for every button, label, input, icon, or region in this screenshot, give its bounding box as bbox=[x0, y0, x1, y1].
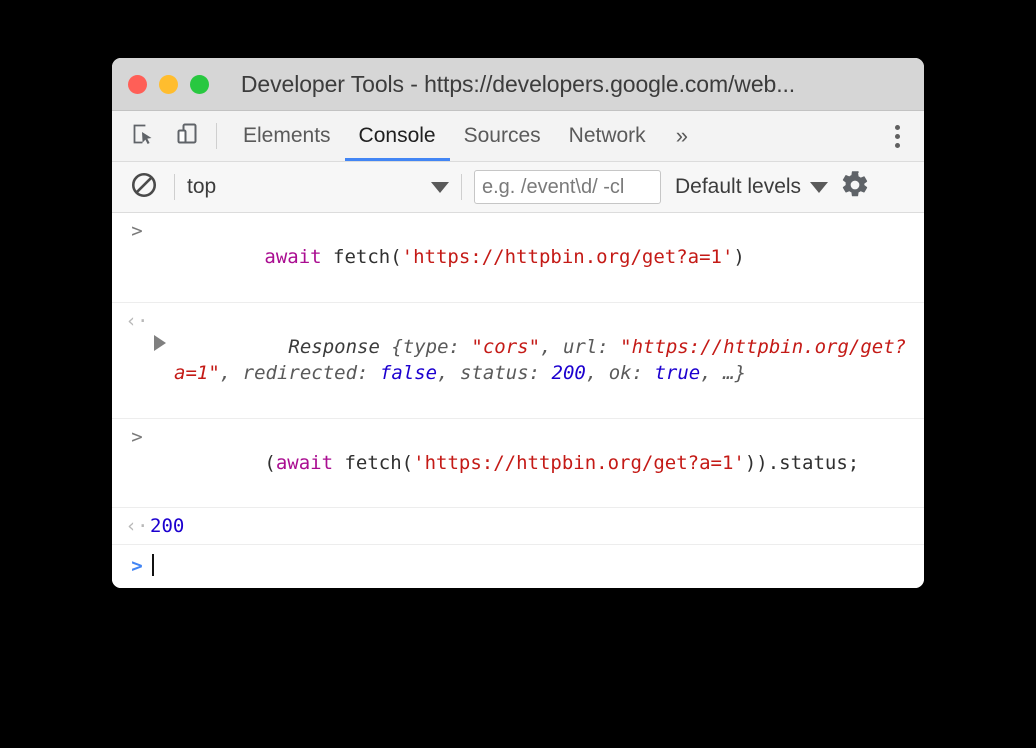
result-value: 200 bbox=[150, 515, 185, 538]
token-keyword: await bbox=[264, 246, 322, 269]
object-prop-ok: , ok: bbox=[585, 362, 655, 385]
object-prop-redirected: , redirected: bbox=[219, 362, 380, 385]
console-toolbar: top Default levels bbox=[112, 162, 924, 213]
device-toolbar-button[interactable] bbox=[170, 119, 204, 153]
object-ellipsis: , …} bbox=[700, 362, 747, 385]
console-input-content: (await fetch('https://httpbin.org/get?a=… bbox=[150, 424, 916, 503]
input-marker-icon: > bbox=[131, 425, 143, 448]
token-punct: ) bbox=[733, 246, 745, 269]
expand-triangle-icon[interactable] bbox=[154, 334, 166, 351]
tab-console[interactable]: Console bbox=[344, 111, 450, 161]
panel-tabs: Elements Console Sources Network » bbox=[229, 111, 869, 161]
devtools-tabbar: Elements Console Sources Network » bbox=[112, 111, 924, 162]
tab-sources[interactable]: Sources bbox=[450, 111, 555, 161]
tabbar-right-controls bbox=[869, 111, 924, 161]
toolbar-divider-2 bbox=[461, 174, 462, 200]
console-input-code: await fetch('https://httpbin.org/get?a=1… bbox=[150, 246, 745, 294]
inspect-element-icon bbox=[131, 122, 155, 151]
console-input-code: (await fetch('https://httpbin.org/get?a=… bbox=[150, 452, 859, 500]
token-punct: )).status; bbox=[744, 451, 860, 474]
settings-button[interactable] bbox=[840, 170, 870, 205]
object-value-status: 200 bbox=[551, 362, 586, 385]
token-punct: ( bbox=[264, 451, 276, 474]
tabbar-divider-left bbox=[216, 123, 217, 149]
console-message-input[interactable]: > (await fetch('https://httpbin.org/get?… bbox=[112, 419, 924, 509]
object-prop-url: , url: bbox=[540, 335, 621, 358]
window-title: Developer Tools - https://developers.goo… bbox=[240, 70, 796, 97]
token-keyword: await bbox=[275, 451, 334, 474]
chevron-down-icon bbox=[810, 181, 829, 193]
object-class-name: Response bbox=[288, 335, 392, 358]
minimize-window-button[interactable] bbox=[159, 74, 178, 94]
tabbar-tools bbox=[126, 111, 216, 161]
text-cursor bbox=[152, 554, 154, 577]
tab-network[interactable]: Network bbox=[555, 111, 660, 161]
gear-icon bbox=[840, 170, 870, 205]
token-function: fetch( bbox=[333, 451, 414, 474]
log-levels-dropdown[interactable]: Default levels bbox=[675, 175, 829, 199]
clear-console-button[interactable] bbox=[126, 169, 162, 205]
traffic-lights bbox=[128, 74, 209, 94]
console-message-result-value[interactable]: ‹· 200 bbox=[112, 508, 924, 546]
tab-elements[interactable]: Elements bbox=[229, 111, 345, 161]
object-value-ok: true bbox=[654, 362, 701, 385]
close-window-button[interactable] bbox=[128, 74, 147, 94]
response-object-preview: Response {type: "cors", url: "https://ht… bbox=[150, 308, 916, 413]
toolbar-divider-1 bbox=[174, 174, 175, 200]
inspect-element-button[interactable] bbox=[126, 119, 160, 153]
execution-context-selector[interactable]: top bbox=[187, 175, 449, 199]
window-titlebar: Developer Tools - https://developers.goo… bbox=[112, 58, 924, 111]
more-options-icon[interactable] bbox=[880, 119, 914, 153]
input-marker-icon: > bbox=[131, 220, 143, 242]
console-messages[interactable]: > await fetch('https://httpbin.org/get?a… bbox=[112, 213, 924, 588]
console-filter-input[interactable] bbox=[474, 170, 661, 204]
token-string: 'https://httpbin.org/get?a=1' bbox=[413, 451, 745, 474]
object-prop-type: {type: bbox=[391, 335, 472, 358]
token-function: fetch( bbox=[321, 246, 402, 269]
maximize-window-button[interactable] bbox=[190, 74, 209, 94]
console-message-input[interactable]: > await fetch('https://httpbin.org/get?a… bbox=[112, 213, 924, 303]
execution-context-label: top bbox=[187, 175, 217, 198]
object-prop-status: , status: bbox=[437, 362, 552, 385]
devtools-window: Developer Tools - https://developers.goo… bbox=[112, 58, 924, 588]
console-input-content: await fetch('https://httpbin.org/get?a=1… bbox=[150, 218, 916, 297]
object-value-redirected: false bbox=[379, 362, 438, 385]
clear-console-icon bbox=[130, 171, 158, 204]
result-marker-icon: ‹· bbox=[125, 309, 149, 332]
token-string: 'https://httpbin.org/get?a=1' bbox=[401, 246, 734, 269]
console-prompt-row[interactable]: > bbox=[112, 545, 924, 584]
chevron-down-icon bbox=[431, 181, 449, 193]
result-marker-icon: ‹· bbox=[125, 515, 149, 538]
console-result-content: Response {type: "cors", url: "https://ht… bbox=[150, 308, 916, 413]
device-toolbar-icon bbox=[175, 122, 199, 151]
object-value-type: "cors" bbox=[471, 335, 541, 358]
console-result-content: 200 bbox=[150, 513, 916, 539]
more-tabs-icon[interactable]: » bbox=[660, 111, 704, 161]
prompt-marker-icon: > bbox=[131, 555, 143, 578]
console-message-result-object[interactable]: ‹· Response {type: "cors", url: "https:/… bbox=[112, 303, 924, 419]
log-levels-label: Default levels bbox=[675, 175, 802, 198]
console-prompt-input[interactable] bbox=[150, 553, 916, 579]
